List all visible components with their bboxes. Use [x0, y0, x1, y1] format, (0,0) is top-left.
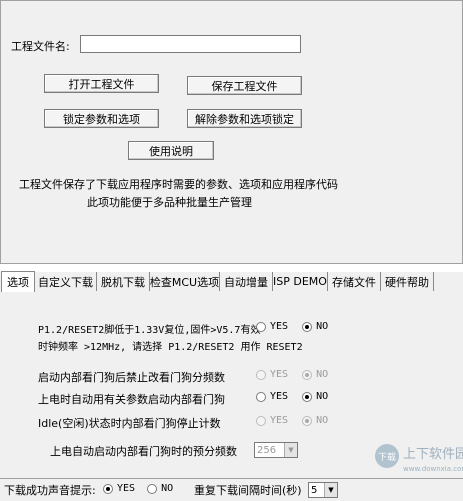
tab-hardware-help[interactable]: 硬件帮助	[381, 272, 434, 291]
watermark-url-text: www.downxia.com	[403, 465, 463, 473]
save-project-button[interactable]: 保存工程文件	[187, 76, 302, 95]
tab-bar: 选项 自定义下载 脱机下载 检查MCU选项 自动增量 ISP DEMO 存储文件…	[0, 271, 463, 293]
project-file-label: 工程文件名:	[11, 40, 70, 53]
wdt-idle-yes-label: YES	[270, 415, 289, 426]
repeat-interval-select[interactable]: 5 ▼	[308, 482, 338, 498]
wdt-idle-radio-group: YES NO	[256, 415, 328, 426]
wdt-prescale-radio-group: YES NO	[256, 369, 328, 380]
watermark-cn-text: 上下软件园	[403, 447, 463, 462]
sound-no-radio[interactable]	[147, 483, 158, 494]
tab-offline-download[interactable]: 脱机下载	[97, 272, 150, 291]
wdt-power-no-radio[interactable]	[302, 391, 313, 402]
repeat-interval-value: 5	[311, 484, 318, 496]
reset-yes-label: YES	[270, 321, 289, 332]
reset-option-line1: P1.2/RESET2脚低于1.33V复位,固件>V5.7有效	[38, 325, 261, 336]
wdt-idle-yes-radio[interactable]	[256, 415, 266, 426]
lock-options-button[interactable]: 锁定参数和选项	[44, 109, 159, 128]
wdt-idle-label: Idle(空闲)状态时内部看门狗停止计数	[38, 417, 221, 430]
tab-auto-increment[interactable]: 自动增量	[220, 272, 273, 291]
sound-radio-group: YES NO	[103, 483, 173, 494]
wdt-power-yes-label: YES	[270, 391, 289, 402]
watermark-badge-text: 下载	[378, 451, 396, 463]
chevron-down-icon: ▼	[284, 443, 297, 457]
wdt-idle-no-radio[interactable]	[302, 415, 313, 426]
project-description-line1: 工程文件保存了下载应用程序时需要的参数、选项和应用程序代码	[19, 178, 338, 191]
sound-yes-label: YES	[117, 483, 136, 494]
wdt-prescale-no-radio[interactable]	[302, 369, 313, 380]
wdt-power-label: 上电时自动用有关参数启动内部看门狗	[38, 393, 225, 406]
wdt-div-label: 上电自动启动内部看门狗时的预分频数	[50, 445, 237, 458]
status-bar: 下载成功声音提示: YES NO 重复下载间隔时间(秒) 5 ▼	[0, 478, 463, 501]
wdt-prescale-yes-label: YES	[270, 369, 289, 380]
wdt-prescale-no-label: NO	[316, 369, 329, 380]
reset-no-label: NO	[316, 321, 329, 332]
tab-isp-demo[interactable]: ISP DEMO	[273, 272, 328, 291]
project-file-input[interactable]	[80, 35, 301, 53]
wdt-power-radio-group: YES NO	[256, 391, 328, 402]
repeat-interval-label: 重复下载间隔时间(秒)	[194, 484, 302, 497]
tab-options[interactable]: 选项	[1, 271, 35, 292]
unlock-options-button[interactable]: 解除参数和选项锁定	[187, 109, 302, 128]
tab-custom-download[interactable]: 自定义下载	[35, 272, 97, 291]
sound-no-label: NO	[161, 483, 174, 494]
help-button[interactable]: 使用说明	[128, 141, 214, 160]
wdt-prescale-label: 启动内部看门狗后禁止改看门狗分频数	[38, 371, 225, 384]
wdt-div-select[interactable]: 256 ▼	[254, 442, 298, 458]
sound-prompt-label: 下载成功声音提示:	[4, 484, 96, 497]
wdt-power-yes-radio[interactable]	[256, 391, 266, 402]
chevron-down-icon: ▼	[324, 483, 337, 497]
wdt-div-value: 256	[257, 444, 277, 456]
download-logo-icon: 下载 上下软件园 www.downxia.com	[375, 444, 463, 473]
reset-radio-group: YES NO	[256, 321, 328, 332]
wdt-idle-no-label: NO	[316, 415, 329, 426]
reset-no-radio[interactable]	[302, 321, 313, 332]
sound-yes-radio[interactable]	[103, 483, 113, 494]
reset-option-line2: 时钟频率 >12MHz, 请选择 P1.2/RESET2 用作 RESET2	[38, 342, 303, 353]
project-description-line2: 此项功能便于多品种批量生产管理	[87, 196, 252, 209]
reset-yes-radio[interactable]	[256, 321, 266, 332]
open-project-button[interactable]: 打开工程文件	[44, 74, 159, 93]
wdt-power-no-label: NO	[316, 391, 329, 402]
watermark-logo: 下载 上下软件园 www.downxia.com	[373, 440, 463, 476]
tab-check-mcu-options[interactable]: 检查MCU选项	[150, 272, 220, 291]
wdt-prescale-yes-radio[interactable]	[256, 369, 266, 380]
project-panel: 工程文件名: 打开工程文件 保存工程文件 锁定参数和选项 解除参数和选项锁定 使…	[0, 0, 463, 264]
tab-storage-file[interactable]: 存储文件	[328, 272, 381, 291]
